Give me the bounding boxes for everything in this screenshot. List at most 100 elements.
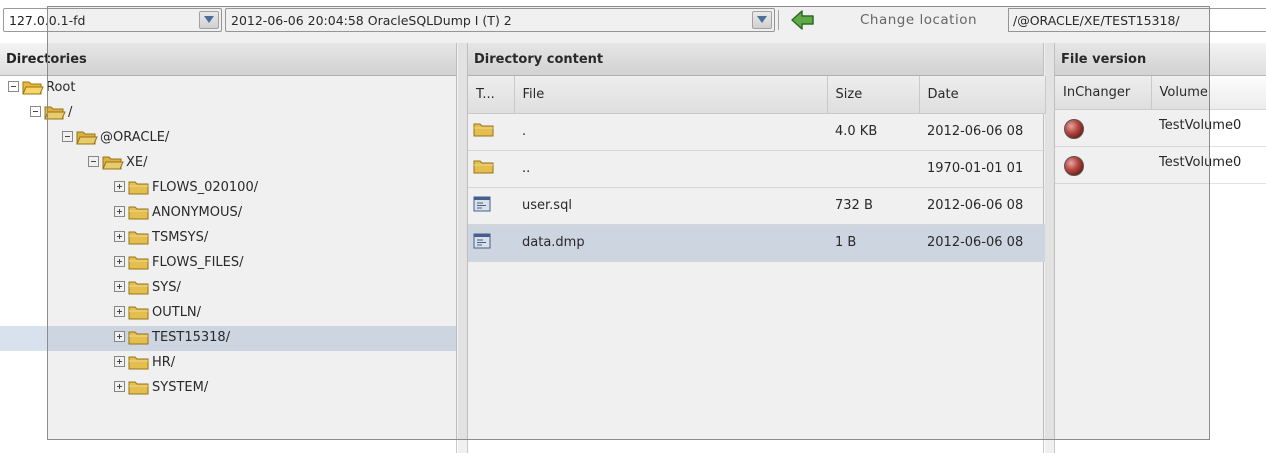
tree-node[interactable]: TEST15318/	[114, 329, 230, 347]
tree-node[interactable]: @ORACLE/	[62, 129, 169, 147]
backup-select-value: 2012-06-06 20:04:58 OracleSQLDump I (T) …	[231, 13, 512, 28]
tree-node-label: /	[68, 105, 73, 120]
collapse-icon[interactable]	[62, 131, 73, 142]
file-table: T... File Size Date . 4.0 KB 2012-06-06 08…	[468, 76, 1046, 262]
file-type-cell	[468, 150, 514, 188]
expand-icon[interactable]	[114, 206, 125, 217]
tree-node[interactable]: OUTLN/	[114, 304, 201, 322]
tree-node[interactable]: /	[30, 104, 72, 122]
collapse-icon[interactable]	[30, 106, 41, 117]
location-input[interactable]	[1013, 13, 1263, 28]
tree-row[interactable]: XE/	[0, 151, 456, 176]
tree-row[interactable]: FLOWS_020100/	[0, 176, 456, 201]
tree-node[interactable]: TSMSYS/	[114, 229, 208, 247]
tree-node-label: TSMSYS/	[152, 230, 209, 245]
text-file-icon	[473, 196, 491, 216]
file-row[interactable]: .. 1970-01-01 01	[468, 150, 1045, 188]
host-select[interactable]: 127.0.0.1-fd	[3, 8, 222, 32]
folder-icon	[473, 160, 495, 179]
back-arrow-icon[interactable]	[788, 8, 818, 32]
tree-node[interactable]: Root	[8, 79, 75, 97]
tree-node[interactable]: SYSTEM/	[114, 379, 208, 397]
expand-icon[interactable]	[114, 306, 125, 317]
splitter[interactable]	[1045, 43, 1054, 453]
tree-node-label: HR/	[152, 355, 176, 370]
expand-icon[interactable]	[114, 356, 125, 367]
version-row[interactable]: TestVolume0	[1055, 109, 1266, 147]
tree-row[interactable]: TSMSYS/	[0, 226, 456, 251]
tree-row[interactable]: SYS/	[0, 276, 456, 301]
text-file-icon	[473, 233, 491, 253]
file-date-cell: 2012-06-06 08	[919, 224, 1045, 262]
collapse-icon[interactable]	[88, 156, 99, 167]
tree-row[interactable]: @ORACLE/	[0, 126, 456, 151]
tree-node[interactable]: ANONYMOUS/	[114, 204, 242, 222]
expand-icon[interactable]	[114, 181, 125, 192]
file-row[interactable]: user.sql 732 B 2012-06-06 08	[468, 187, 1045, 225]
column-header-file[interactable]: File	[514, 76, 828, 114]
tree-node[interactable]: HR/	[114, 354, 175, 372]
file-name-cell: ..	[514, 150, 827, 188]
tree-node-label: SYSTEM/	[152, 380, 209, 395]
expand-icon[interactable]	[114, 231, 125, 242]
tree-row[interactable]: OUTLN/	[0, 301, 456, 326]
tree-node[interactable]: XE/	[88, 154, 148, 172]
tree-node[interactable]: FLOWS_020100/	[114, 179, 258, 197]
tree-row[interactable]: Root	[0, 76, 456, 101]
file-date-cell: 1970-01-01 01	[919, 150, 1045, 188]
location-field[interactable]	[1008, 8, 1266, 32]
file-size-cell: 732 B	[827, 187, 919, 225]
host-select-value: 127.0.0.1-fd	[9, 13, 86, 28]
folder-icon	[128, 254, 150, 271]
chevron-down-icon[interactable]	[199, 11, 219, 29]
expand-icon[interactable]	[114, 256, 125, 267]
tree-node-label: FLOWS_020100/	[152, 180, 259, 195]
backup-select[interactable]: 2012-06-06 20:04:58 OracleSQLDump I (T) …	[225, 8, 775, 32]
file-row[interactable]: data.dmp 1 B 2012-06-06 08	[468, 224, 1045, 262]
folder-icon	[473, 123, 495, 142]
splitter[interactable]	[458, 43, 467, 453]
file-name-cell: .	[514, 113, 827, 151]
tree-node-label: TEST15318/	[152, 330, 231, 345]
file-date-cell: 2012-06-06 08	[919, 187, 1045, 225]
tree-row[interactable]: FLOWS_FILES/	[0, 251, 456, 276]
file-name-cell: data.dmp	[514, 224, 827, 262]
folder-icon	[128, 229, 150, 246]
collapse-icon[interactable]	[8, 81, 19, 92]
file-version-header: File version	[1055, 43, 1266, 76]
folder-icon	[128, 354, 150, 371]
column-header-size[interactable]: Size	[827, 76, 920, 114]
file-size-cell: 4.0 KB	[827, 113, 919, 151]
tree-node[interactable]: SYS/	[114, 279, 181, 297]
file-date-cell: 2012-06-06 08	[919, 113, 1045, 151]
folder-icon	[128, 329, 150, 346]
column-header-type[interactable]: T...	[468, 76, 515, 114]
expand-icon[interactable]	[114, 381, 125, 392]
volume-cell: TestVolume0	[1151, 109, 1266, 147]
tree-row[interactable]: ANONYMOUS/	[0, 201, 456, 226]
expand-icon[interactable]	[114, 331, 125, 342]
open-folder-icon	[22, 79, 44, 96]
tree-row[interactable]: SYSTEM/	[0, 376, 456, 401]
toolbar-separator	[778, 10, 779, 30]
open-folder-icon	[44, 104, 66, 121]
file-type-cell	[468, 224, 514, 262]
column-header-date[interactable]: Date	[919, 76, 1046, 114]
tree-row[interactable]: TEST15318/	[0, 326, 456, 351]
folder-icon	[128, 179, 150, 196]
file-type-cell	[468, 187, 514, 225]
volume-cell: TestVolume0	[1151, 146, 1266, 184]
toolbar: 127.0.0.1-fd 2012-06-06 20:04:58 OracleS…	[0, 0, 1266, 40]
expand-icon[interactable]	[114, 281, 125, 292]
file-row[interactable]: . 4.0 KB 2012-06-06 08	[468, 113, 1045, 151]
version-row[interactable]: TestVolume0	[1055, 146, 1266, 184]
tree-row[interactable]: /	[0, 101, 456, 126]
open-folder-icon	[102, 154, 124, 171]
tree-row[interactable]: HR/	[0, 351, 456, 376]
chevron-down-icon[interactable]	[752, 11, 772, 29]
column-header-inchanger[interactable]: InChanger	[1055, 76, 1152, 110]
folder-icon	[128, 204, 150, 221]
change-location-label[interactable]: Change location	[860, 12, 977, 28]
column-header-volume[interactable]: Volume	[1151, 76, 1266, 110]
tree-node[interactable]: FLOWS_FILES/	[114, 254, 244, 272]
